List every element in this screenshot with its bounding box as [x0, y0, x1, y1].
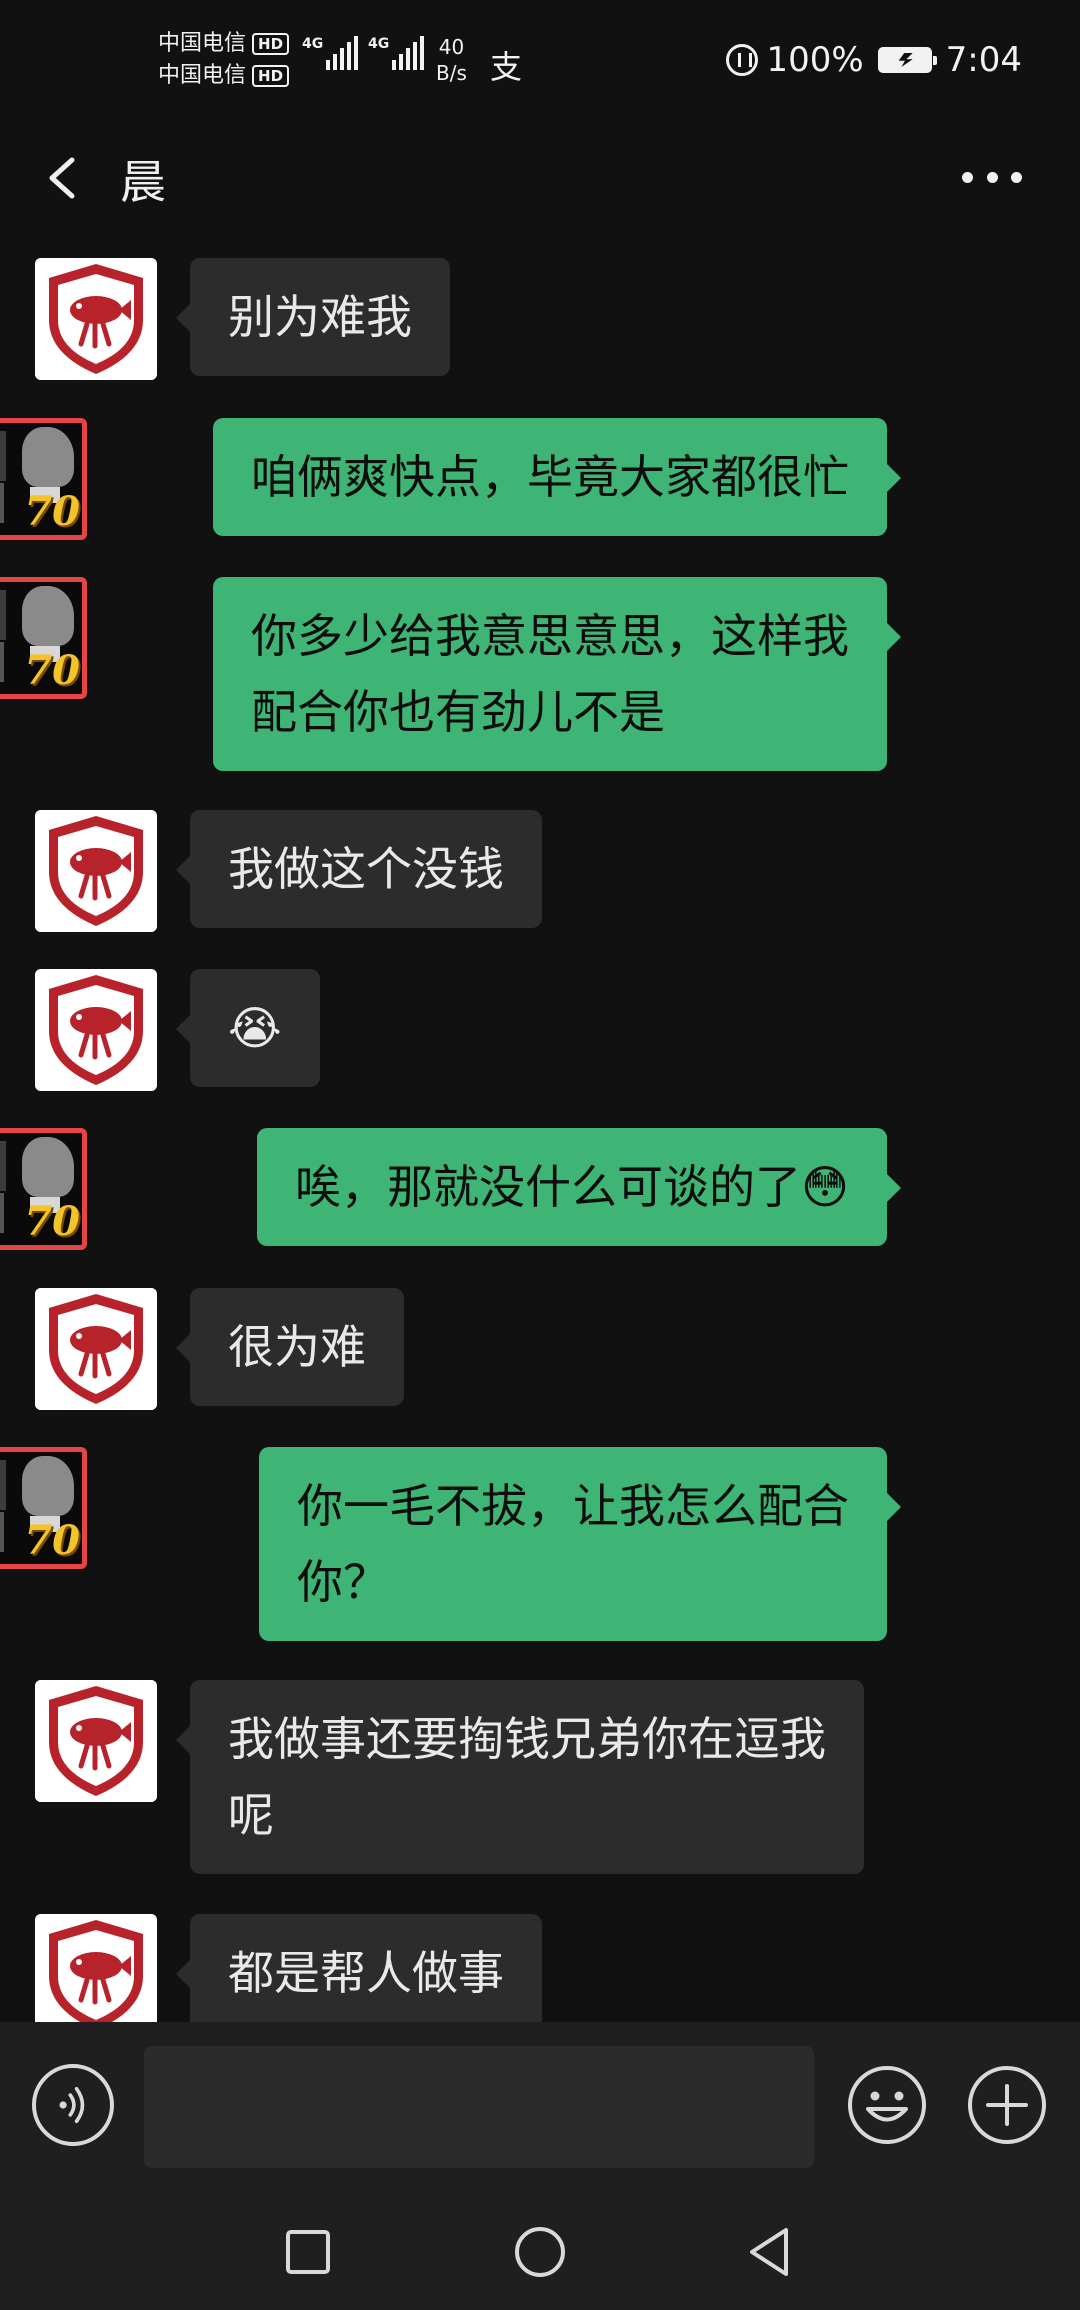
circle-icon[interactable] [510, 2222, 570, 2282]
signal-strength-icon: 4G [302, 36, 361, 70]
more-dots-icon[interactable] [962, 170, 1022, 184]
chat-title: 晨 [120, 155, 166, 209]
message-outgoing: 70 你一毛不拔，让我怎么配合 你？ [0, 1447, 1080, 1641]
battery-percent: 100% [766, 40, 864, 80]
system-nav-bar [0, 2198, 1080, 2310]
my-avatar[interactable]: 70 [0, 1128, 87, 1250]
avatar-badge: 70 [24, 1198, 80, 1245]
message-bubble[interactable]: 咱俩爽快点，毕竟大家都很忙 [213, 418, 901, 536]
hd-badge: HD [252, 65, 290, 87]
message-bubble[interactable]: 别为难我 [176, 258, 450, 376]
message-outgoing: 70 你多少给我意思意思，这样我 配合你也有劲儿不是 [0, 577, 1080, 771]
message-text: 你？ [297, 1555, 389, 1609]
message-input[interactable] [144, 2046, 814, 2168]
message-text: 很为难 [228, 1320, 366, 1374]
message-text: 我做事还要掏钱兄弟你在逗我 [228, 1712, 826, 1766]
contact-avatar[interactable] [35, 1288, 157, 1410]
message-bubble[interactable]: 我做这个没钱 [176, 810, 542, 928]
triangle-back-icon[interactable] [740, 2222, 800, 2282]
chevron-left-icon[interactable] [44, 156, 80, 200]
carrier-info: 中国电信 HD 中国电信 HD [158, 28, 290, 92]
message-text: 唉，那就没什么可谈的了😳 [295, 1160, 849, 1214]
voice-icon[interactable] [32, 2064, 114, 2146]
message-text: 配合你也有劲儿不是 [251, 685, 665, 739]
battery-icon [877, 47, 937, 73]
message-outgoing: 70 咱俩爽快点，毕竟大家都很忙 [0, 418, 1080, 540]
message-text: 你一毛不拔，让我怎么配合 [297, 1479, 849, 1533]
message-text: 咱俩爽快点，毕竟大家都很忙 [251, 450, 849, 504]
message-text: 呢 [228, 1788, 274, 1842]
my-avatar[interactable]: 70 [0, 577, 87, 699]
contact-avatar[interactable] [35, 969, 157, 1091]
contact-avatar[interactable] [35, 1680, 157, 1802]
my-avatar[interactable]: 70 [0, 418, 87, 540]
network-speed: 40 B/s [436, 35, 467, 85]
input-bar [0, 2022, 1080, 2198]
message-text: 😭 [228, 1001, 282, 1055]
message-bubble[interactable]: 都是帮人做事 [176, 1914, 542, 2022]
message-text: 别为难我 [228, 290, 412, 344]
status-right: 100% 7:04 [726, 40, 1022, 80]
message-bubble[interactable]: 😭 [176, 969, 320, 1087]
message-list[interactable]: 别为难我 70 咱俩爽快点，毕竟大家都很忙 70 你多少给我意思意思，这样我 配合你也有劲… [0, 236, 1080, 2022]
plus-icon[interactable] [966, 2064, 1048, 2146]
nfc-icon [726, 44, 759, 76]
contact-avatar[interactable] [35, 810, 157, 932]
message-text: 你多少给我意思意思，这样我 [251, 609, 849, 663]
message-bubble[interactable]: 我做事还要掏钱兄弟你在逗我呢 [176, 1680, 864, 1874]
emoji-icon[interactable] [846, 2064, 928, 2146]
contact-avatar[interactable] [35, 1914, 157, 2022]
avatar-badge: 70 [24, 647, 80, 694]
hd-badge: HD [252, 33, 290, 55]
message-bubble[interactable]: 很为难 [176, 1288, 404, 1406]
carrier-2: 中国电信 [158, 63, 247, 88]
my-avatar[interactable]: 70 [0, 1447, 87, 1569]
message-text: 我做这个没钱 [228, 842, 504, 896]
signal-strength-icon: 4G [368, 36, 427, 70]
carrier-1: 中国电信 [158, 31, 247, 56]
message-bubble[interactable]: 唉，那就没什么可谈的了😳 [257, 1128, 901, 1246]
chat-header: 晨 [0, 120, 1080, 236]
alipay-icon: 支 [490, 48, 523, 86]
clock: 7:04 [945, 40, 1022, 80]
message-text: 都是帮人做事 [228, 1946, 504, 2000]
avatar-badge: 70 [24, 488, 80, 535]
status-bar: 中国电信 HD 中国电信 HD 4G 4G 40 B/s 支 100% 7:04 [0, 0, 1080, 120]
message-bubble[interactable]: 你多少给我意思意思，这样我 配合你也有劲儿不是 [213, 577, 901, 771]
square-icon[interactable] [278, 2222, 338, 2282]
avatar-badge: 70 [24, 1517, 80, 1564]
message-bubble[interactable]: 你一毛不拔，让我怎么配合 你？ [259, 1447, 901, 1641]
message-outgoing: 70 唉，那就没什么可谈的了😳 [0, 1128, 1080, 1250]
contact-avatar[interactable] [35, 258, 157, 380]
